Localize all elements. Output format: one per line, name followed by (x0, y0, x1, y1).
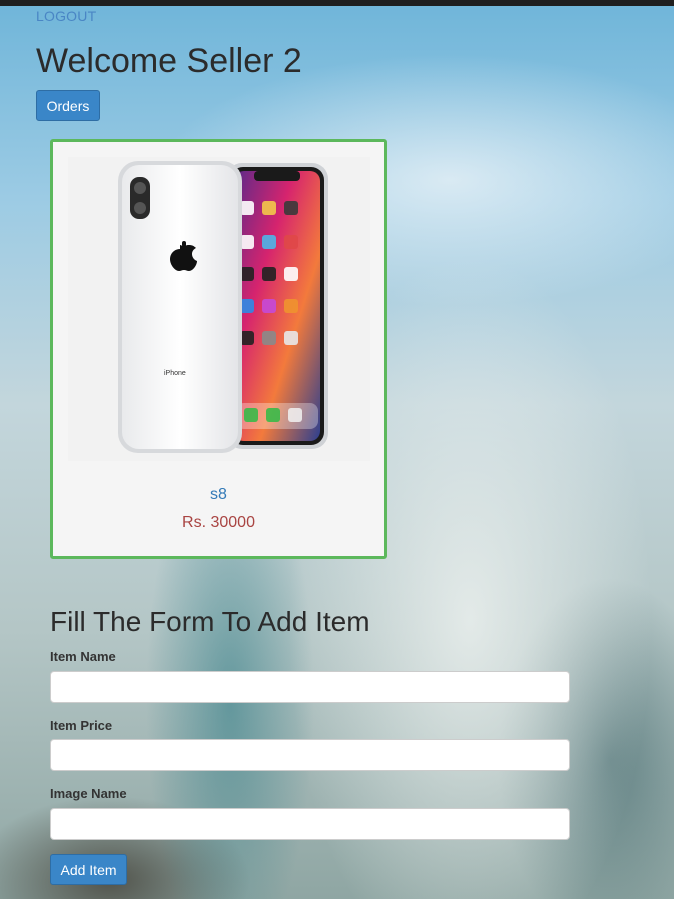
item-name-label: Item Name (50, 649, 116, 664)
product-card[interactable]: iPhone s8 Rs. 30000 (50, 139, 387, 559)
form-title: Fill The Form To Add Item (50, 606, 370, 637)
image-name-input[interactable] (50, 808, 570, 840)
image-name-label: Image Name (50, 786, 127, 801)
logout-link[interactable]: LOGOUT (36, 8, 96, 24)
orders-button[interactable]: Orders (36, 90, 100, 121)
product-name: s8 (210, 486, 227, 503)
phone-caption: iPhone (164, 370, 186, 377)
product-image: iPhone (68, 157, 370, 461)
add-item-button[interactable]: Add Item (50, 854, 127, 885)
item-price-input[interactable] (50, 739, 570, 771)
page-title: Welcome Seller 2 (36, 42, 302, 80)
product-price: Rs. 30000 (182, 514, 255, 531)
item-price-label: Item Price (50, 718, 113, 733)
item-name-input[interactable] (50, 671, 570, 703)
phone-image: iPhone (118, 161, 328, 453)
top-bar (0, 0, 674, 6)
